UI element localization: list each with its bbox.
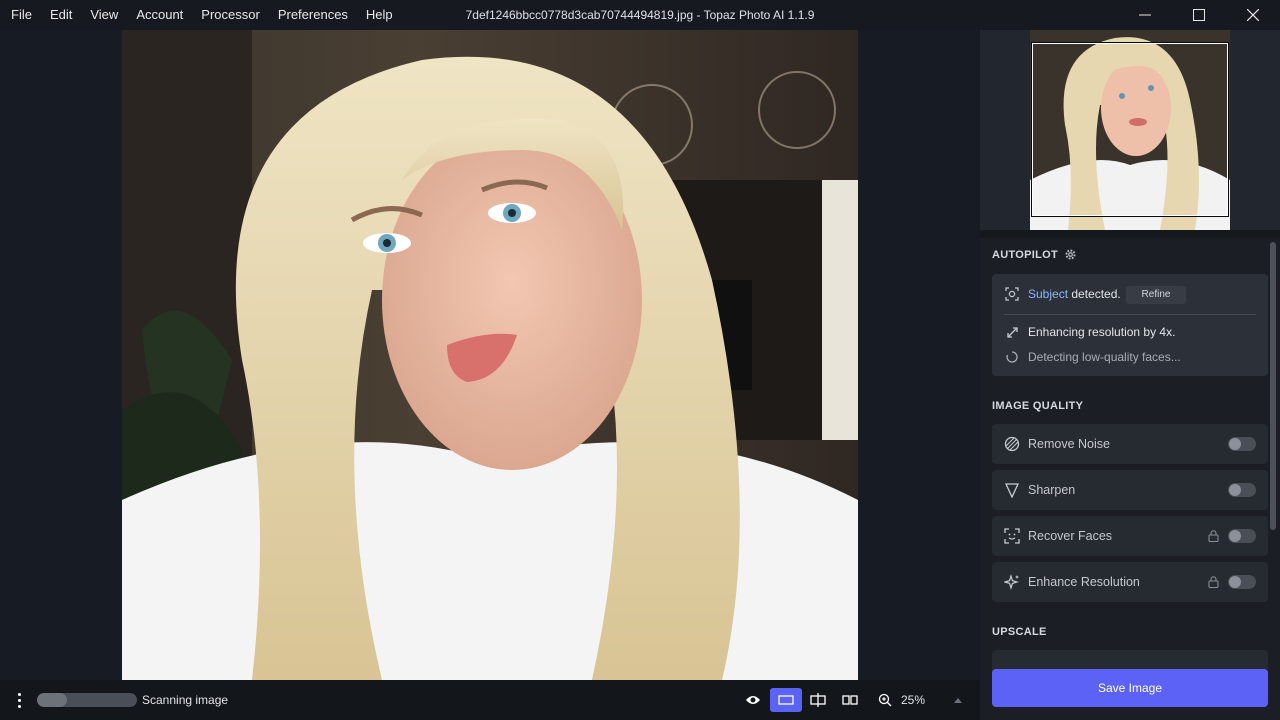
scan-progress-bar [37,693,137,707]
eye-icon [746,696,760,704]
zoom-dropdown-button[interactable] [942,688,974,712]
caret-up-icon [954,698,962,703]
maximize-icon [1193,9,1205,21]
subject-detect-icon [1004,286,1020,302]
subject-row: Subject detected. [1004,286,1121,302]
minimize-button[interactable] [1118,0,1172,30]
side-by-side-view-button[interactable] [834,688,866,712]
scan-status-label: Scanning image [142,693,229,707]
enhance-resolution-icon [1004,574,1020,590]
preview-image [122,30,858,680]
sidebar-scrollbar[interactable] [1270,242,1276,530]
title-bar: File Edit View Account Processor Prefere… [0,0,1280,30]
sharpen-card[interactable]: Sharpen [992,470,1268,510]
dot [17,704,21,708]
portrait-photo [122,30,858,680]
navigator-viewport-frame[interactable] [1031,42,1229,217]
split-view-icon [810,693,826,707]
dot [17,692,21,696]
menu-preferences[interactable]: Preferences [269,0,357,30]
autopilot-header: AUTOPILOT [992,248,1077,261]
subject-detected-text: detected. [1068,287,1121,301]
recover-faces-card[interactable]: Recover Faces [992,516,1268,556]
autopilot-divider [1004,314,1256,315]
dot [17,698,21,702]
save-image-button[interactable]: Save Image [992,669,1268,707]
lock-icon [1206,575,1220,589]
autopilot-card: Subject detected. Refine Enhancing resol… [992,274,1268,376]
enhancing-row: Enhancing resolution by 4x. [1004,324,1175,340]
close-icon [1247,9,1259,21]
zoom-in-icon [878,693,892,707]
enhance-resolution-label: Enhance Resolution [1028,575,1140,589]
menu-edit[interactable]: Edit [41,0,81,30]
menu-bar: File Edit View Account Processor Prefere… [0,0,402,30]
menu-processor[interactable]: Processor [192,0,269,30]
image-quality-header: IMAGE QUALITY [992,400,1084,412]
menu-file[interactable]: File [2,0,41,30]
enhance-resolution-card[interactable]: Enhance Resolution [992,562,1268,602]
menu-account[interactable]: Account [127,0,192,30]
single-view-icon [778,695,794,705]
single-view-button[interactable] [770,688,802,712]
detecting-row: Detecting low-quality faces... [1004,349,1181,365]
sharpen-toggle[interactable] [1228,483,1256,497]
refine-button[interactable]: Refine [1126,286,1186,304]
spinner-icon [1004,349,1020,365]
gear-icon[interactable] [1064,248,1077,261]
window-controls [1118,0,1280,30]
preview-canvas[interactable] [0,30,980,680]
more-options-button[interactable] [9,688,29,712]
navigator-panel [980,30,1280,230]
upscale-header: UPSCALE [992,626,1047,638]
zoom-button[interactable] [869,688,901,712]
remove-noise-toggle[interactable] [1228,437,1256,451]
panel-divider [980,230,1280,238]
close-button[interactable] [1226,0,1280,30]
enhancing-text: Enhancing resolution by 4x. [1028,325,1176,339]
minimize-icon [1139,14,1151,16]
sharpen-label: Sharpen [1028,483,1076,497]
scan-progress-fill [37,693,67,707]
recover-faces-label: Recover Faces [1028,529,1113,543]
maximize-button[interactable] [1172,0,1226,30]
recover-faces-toggle[interactable] [1228,529,1256,543]
menu-help[interactable]: Help [357,0,402,30]
remove-noise-icon [1004,436,1020,452]
recover-faces-icon [1004,528,1020,544]
sharpen-icon [1004,482,1020,498]
remove-noise-label: Remove Noise [1028,437,1110,451]
preview-toggle-button[interactable] [737,688,769,712]
side-by-side-icon [842,695,858,705]
remove-noise-card[interactable]: Remove Noise [992,424,1268,464]
split-view-button[interactable] [802,688,834,712]
right-sidebar: AUTOPILOT Subject detected. Refine Enhan… [980,30,1280,720]
subject-link[interactable]: Subject [1028,287,1068,301]
lock-icon [1206,529,1220,543]
enhance-resolution-toggle[interactable] [1228,575,1256,589]
menu-view[interactable]: View [81,0,127,30]
detecting-text: Detecting low-quality faces... [1028,350,1181,364]
autopilot-title: AUTOPILOT [992,248,1059,261]
expand-arrows-icon [1004,324,1020,340]
zoom-level[interactable]: 25% [901,693,925,707]
